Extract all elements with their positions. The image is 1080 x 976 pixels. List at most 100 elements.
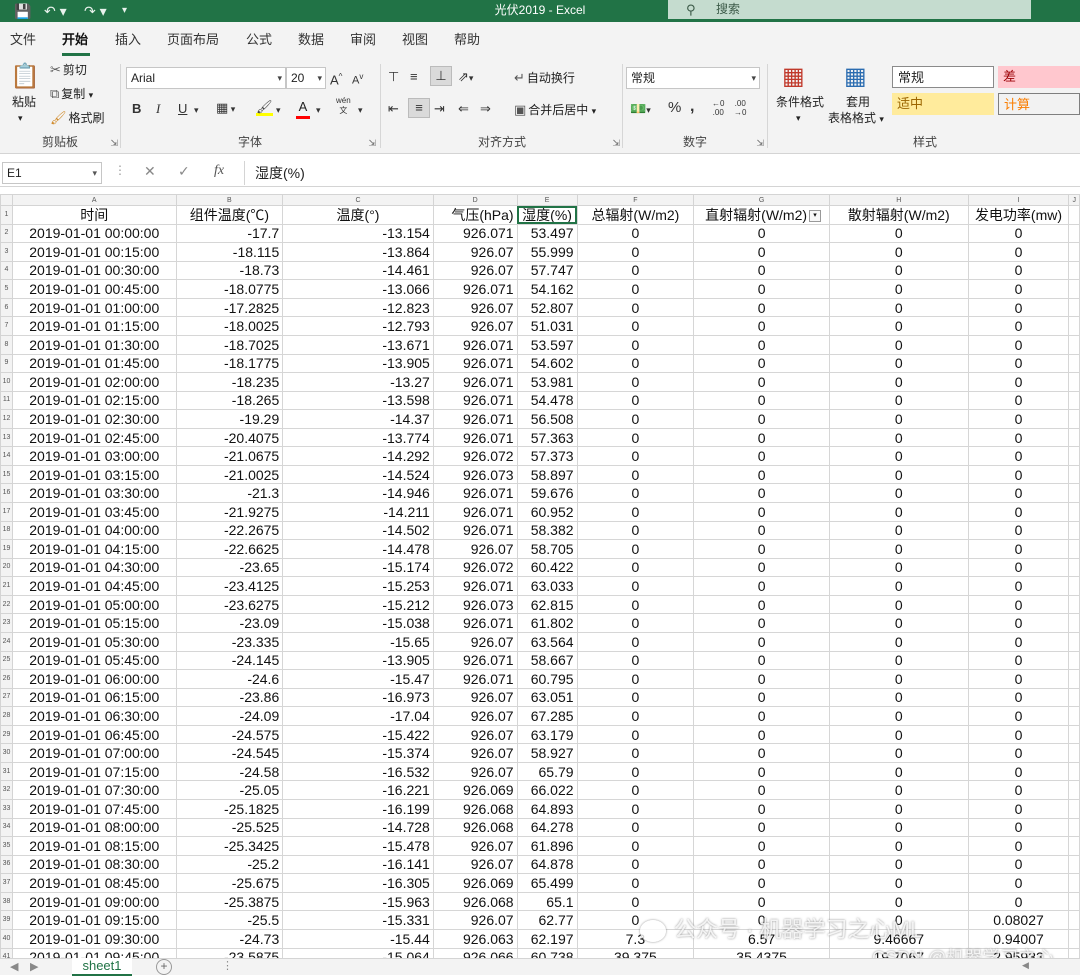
cell-total-radiation[interactable]: 0	[576, 873, 695, 893]
cell-pressure[interactable]: 926.07	[432, 743, 518, 763]
cell-pressure[interactable]: 926.071	[432, 650, 518, 671]
cell-diffuse-radiation[interactable]: 0	[828, 743, 969, 763]
cell-diffuse-radiation[interactable]: 9.46667	[828, 928, 969, 949]
align-bottom-icon[interactable]: ⊥	[430, 66, 452, 86]
table-cell[interactable]	[1068, 279, 1080, 299]
cell-power[interactable]: 0	[967, 891, 1070, 912]
cell-temp[interactable]: -15.064	[282, 947, 434, 958]
cell-time[interactable]: 2019-01-01 08:30:00	[11, 854, 177, 875]
cell-humidity[interactable]: 51.031	[516, 316, 578, 336]
cell-temp[interactable]: -15.331	[282, 910, 434, 930]
cell-diffuse-radiation[interactable]: 0	[828, 836, 969, 856]
cell-temp[interactable]: -16.305	[282, 873, 434, 893]
cell-humidity[interactable]: 52.807	[516, 297, 578, 318]
paste-dropdown-icon[interactable]: ▾	[18, 110, 23, 126]
cell-direct-radiation[interactable]: 0	[693, 502, 830, 522]
cell-total-radiation[interactable]: 0	[576, 242, 695, 262]
table-cell[interactable]	[1068, 390, 1080, 411]
cell-time[interactable]: 2019-01-01 03:45:00	[11, 502, 177, 522]
cell-power[interactable]: 0	[967, 761, 1070, 782]
cell-diffuse-radiation[interactable]: 0	[828, 297, 969, 318]
decrease-decimal-icon[interactable]: .00 →0	[734, 99, 746, 117]
cell-humidity[interactable]: 65.1	[516, 891, 578, 912]
column-header[interactable]: C	[282, 194, 434, 206]
cell-diffuse-radiation[interactable]: 0	[828, 483, 969, 503]
cell-module-temp[interactable]: -17.2825	[175, 297, 284, 318]
cell-pressure[interactable]: 926.071	[432, 334, 518, 355]
cell-module-temp[interactable]: -24.145	[175, 650, 284, 671]
cell-temp[interactable]: -16.532	[282, 761, 434, 782]
cell-humidity[interactable]: 53.981	[516, 372, 578, 392]
table-cell[interactable]	[1068, 576, 1080, 596]
cell-power[interactable]: 0	[967, 817, 1070, 838]
format-painter-button[interactable]: 🖌 格式刷	[50, 110, 105, 126]
cell-humidity[interactable]: 62.197	[516, 928, 578, 949]
column-header[interactable]: D	[432, 194, 518, 206]
cell-pressure[interactable]: 926.07	[432, 260, 518, 281]
name-box[interactable]: E1 ▾	[2, 162, 102, 184]
header-cell-module-temp[interactable]: 组件温度(℃)	[175, 205, 284, 225]
cell-direct-radiation[interactable]: 0	[693, 724, 830, 745]
table-cell[interactable]	[1068, 873, 1080, 893]
cell-time[interactable]: 2019-01-01 06:15:00	[11, 687, 177, 708]
cell-time[interactable]: 2019-01-01 04:00:00	[11, 520, 177, 541]
cell-time[interactable]: 2019-01-01 01:45:00	[11, 353, 177, 374]
row-number[interactable]: 22	[0, 594, 13, 615]
cell-humidity[interactable]: 60.952	[516, 502, 578, 522]
conditional-format-dropdown-icon[interactable]: ▾	[796, 110, 801, 126]
cell-time[interactable]: 2019-01-01 01:30:00	[11, 334, 177, 355]
cell-total-radiation[interactable]: 0	[576, 650, 695, 671]
cell-humidity[interactable]: 56.508	[516, 409, 578, 429]
cell-temp[interactable]: -17.04	[282, 706, 434, 726]
cell-module-temp[interactable]: -25.5	[175, 910, 284, 930]
cell-humidity[interactable]: 62.815	[516, 594, 578, 615]
cell-total-radiation[interactable]: 0	[576, 594, 695, 615]
table-cell[interactable]	[1068, 947, 1080, 958]
cell-diffuse-radiation[interactable]: 0	[828, 260, 969, 281]
cell-humidity[interactable]: 64.278	[516, 817, 578, 838]
font-name-select[interactable]: Arial ▾	[126, 67, 286, 89]
cell-module-temp[interactable]: -18.73	[175, 260, 284, 281]
header-cell-total-radiation[interactable]: 总辐射(W/m2)	[576, 205, 695, 225]
cell-module-temp[interactable]: -24.73	[175, 928, 284, 949]
cell-pressure[interactable]: 926.07	[432, 910, 518, 930]
table-cell[interactable]	[1068, 724, 1080, 745]
cell-time[interactable]: 2019-01-01 05:30:00	[11, 631, 177, 652]
row-number[interactable]: 8	[0, 334, 13, 355]
cell-power[interactable]: 0	[967, 687, 1070, 708]
table-cell[interactable]	[1068, 799, 1080, 819]
cell-humidity[interactable]: 62.77	[516, 910, 578, 930]
cell-temp[interactable]: -13.905	[282, 353, 434, 374]
cell-total-radiation[interactable]: 0	[576, 613, 695, 633]
cell-direct-radiation[interactable]: 0	[693, 631, 830, 652]
cell-time[interactable]: 2019-01-01 04:15:00	[11, 539, 177, 559]
cell-power[interactable]: 0	[967, 613, 1070, 633]
cell-total-radiation[interactable]: 0	[576, 780, 695, 800]
cell-humidity[interactable]: 61.896	[516, 836, 578, 856]
cell-total-radiation[interactable]: 0	[576, 761, 695, 782]
cell-diffuse-radiation[interactable]: 0	[828, 557, 969, 578]
underline-dropdown-icon[interactable]: ▾	[194, 101, 199, 119]
cell-pressure[interactable]: 926.07	[432, 539, 518, 559]
cell-direct-radiation[interactable]: 0	[693, 353, 830, 374]
cell-temp[interactable]: -15.374	[282, 743, 434, 763]
cell-direct-radiation[interactable]: 0	[693, 557, 830, 578]
cell-time[interactable]: 2019-01-01 09:30:00	[11, 928, 177, 949]
cell-module-temp[interactable]: -25.675	[175, 873, 284, 893]
row-number[interactable]: 4	[0, 260, 13, 281]
tab-insert[interactable]: 插入	[115, 32, 141, 48]
cell-time[interactable]: 2019-01-01 08:45:00	[11, 873, 177, 893]
style-calculation[interactable]: 计算	[998, 93, 1080, 115]
table-cell[interactable]	[1068, 427, 1080, 448]
cell-power[interactable]: 0	[967, 372, 1070, 392]
cell-total-radiation[interactable]: 0	[576, 557, 695, 578]
row-number[interactable]: 38	[0, 891, 13, 912]
cell-total-radiation[interactable]: 7.3	[576, 928, 695, 949]
orientation-icon[interactable]: ⇗▾	[458, 68, 473, 87]
cell-power[interactable]: 0	[967, 631, 1070, 652]
row-number[interactable]: 36	[0, 854, 13, 875]
cell-time[interactable]: 2019-01-01 08:15:00	[11, 836, 177, 856]
table-cell[interactable]	[1068, 613, 1080, 633]
table-cell[interactable]	[1068, 483, 1080, 503]
cell-direct-radiation[interactable]: 0	[693, 390, 830, 411]
